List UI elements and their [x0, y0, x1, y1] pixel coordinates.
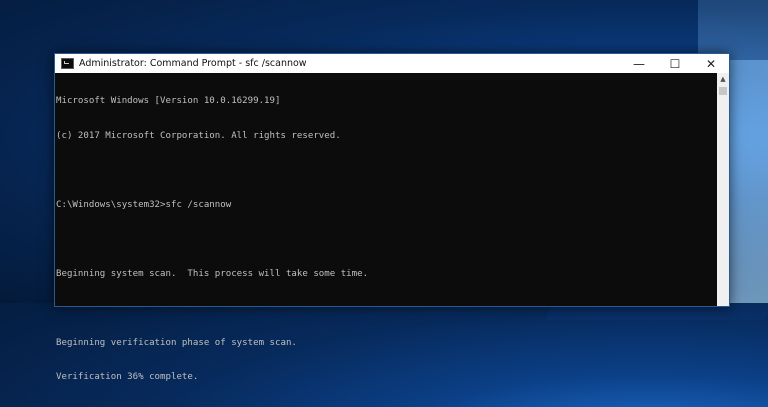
window-title: Administrator: Command Prompt - sfc /sca…: [79, 58, 307, 69]
scroll-up-arrow-icon[interactable]: ▲: [717, 73, 729, 85]
console-line: Beginning system scan. This process will…: [56, 268, 369, 279]
console-line: Verification 36% complete.: [56, 372, 199, 382]
command-prompt-icon[interactable]: [61, 58, 74, 69]
scroll-thumb[interactable]: [719, 87, 727, 95]
title-bar[interactable]: Administrator: Command Prompt - sfc /sca…: [55, 54, 729, 73]
console-line: Beginning verification phase of system s…: [56, 337, 297, 348]
minimize-button[interactable]: —: [621, 54, 657, 73]
console-line: C:\Windows\system32>sfc /scannow: [56, 199, 232, 210]
vertical-scrollbar[interactable]: ▲: [717, 73, 729, 306]
maximize-button[interactable]: ☐: [657, 54, 693, 73]
caption-buttons: — ☐ ✕: [621, 54, 729, 73]
console-output[interactable]: Microsoft Windows [Version 10.0.16299.19…: [55, 73, 717, 382]
command-prompt-window[interactable]: Administrator: Command Prompt - sfc /sca…: [54, 53, 730, 382]
console-line: Microsoft Windows [Version 10.0.16299.19…: [56, 96, 281, 106]
console-line: (c) 2017 Microsoft Corporation. All righ…: [56, 130, 341, 141]
close-button[interactable]: ✕: [693, 54, 729, 73]
